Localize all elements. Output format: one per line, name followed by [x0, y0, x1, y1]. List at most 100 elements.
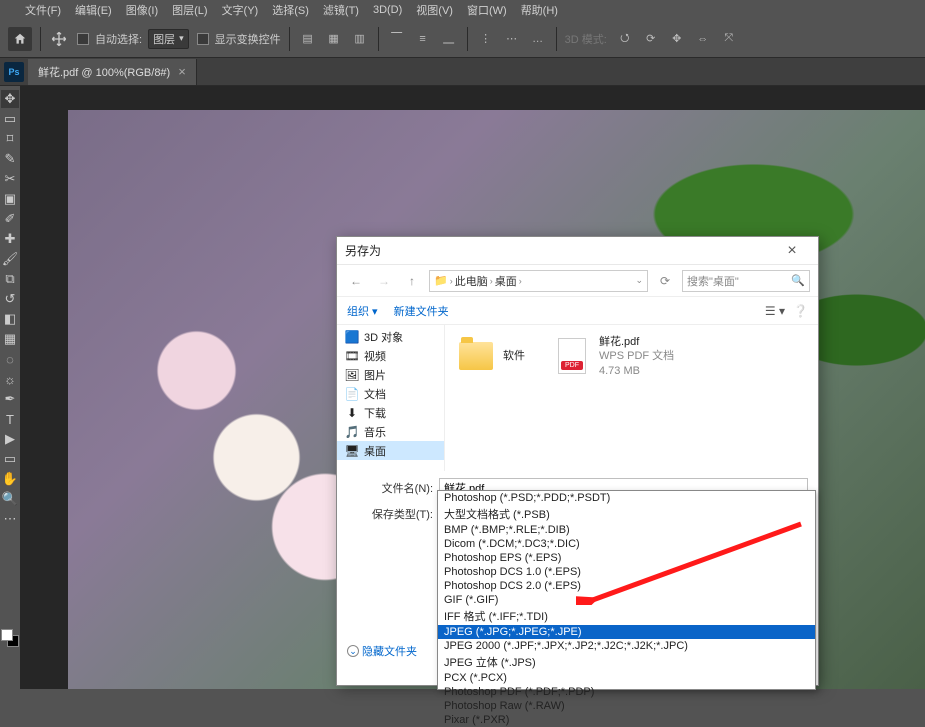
savetype-option[interactable]: Photoshop DCS 2.0 (*.EPS) [438, 579, 815, 593]
savetype-option[interactable]: Photoshop Raw (*.RAW) [438, 699, 815, 713]
divider [467, 27, 468, 51]
tree-item-documents[interactable]: 📄文档 [337, 384, 444, 403]
align-center-h-icon[interactable]: ▦ [324, 29, 344, 49]
refresh-button[interactable]: ⟳ [654, 270, 676, 292]
align-right-icon[interactable]: ▥ [350, 29, 370, 49]
tree-item-pictures[interactable]: 🖼图片 [337, 365, 444, 384]
search-input[interactable]: 搜索"桌面" 🔍 [682, 270, 810, 292]
savetype-option[interactable]: JPEG 立体 (*.JPS) [438, 653, 815, 671]
savetype-option[interactable]: Photoshop EPS (*.EPS) [438, 551, 815, 565]
foreground-color-swatch[interactable] [1, 629, 13, 641]
savetype-option[interactable]: IFF 格式 (*.IFF;*.TDI) [438, 607, 815, 625]
tree-item-desktop[interactable]: 🖥桌面 [337, 441, 444, 460]
auto-select-checkbox[interactable] [77, 33, 89, 45]
address-bar[interactable]: 📁 › 此电脑 › 桌面 › ⌄ [429, 270, 648, 292]
savetype-option[interactable]: Photoshop DCS 1.0 (*.EPS) [438, 565, 815, 579]
quick-select-tool[interactable]: ✎ [1, 150, 19, 168]
new-folder-button[interactable]: 新建文件夹 [394, 303, 449, 319]
dialog-nav: ← → ↑ 📁 › 此电脑 › 桌面 › ⌄ ⟳ 搜索"桌面" 🔍 [337, 265, 818, 297]
orbit3d-icon: ⭯ [615, 29, 635, 49]
breadcrumb-segment[interactable]: 此电脑 [455, 273, 488, 289]
zoom-tool[interactable]: 🔍 [1, 490, 19, 508]
tree-item-downloads[interactable]: ⬇下载 [337, 403, 444, 422]
align-left-icon[interactable]: ▤ [298, 29, 318, 49]
menu-image[interactable]: 图像(I) [119, 2, 165, 18]
align-top-icon[interactable]: ⎺ [387, 29, 407, 49]
menu-view[interactable]: 视图(V) [409, 2, 460, 18]
menu-filter[interactable]: 滤镜(T) [316, 2, 366, 18]
savetype-options-list[interactable]: Photoshop (*.PSD;*.PDD;*.PSDT)大型文档格式 (*.… [437, 490, 816, 690]
dialog-close-button[interactable]: × [774, 240, 810, 262]
frame-tool[interactable]: ▣ [1, 190, 19, 208]
eyedropper-tool[interactable]: ✐ [1, 210, 19, 228]
menu-window[interactable]: 窗口(W) [460, 2, 514, 18]
hide-folders-toggle[interactable]: ⌄ 隐藏文件夹 [347, 643, 417, 659]
savetype-option[interactable]: Photoshop PDF (*.PDF;*.PDP) [438, 685, 815, 699]
edit-toolbar[interactable]: ⋯ [1, 510, 19, 528]
show-transform-label: 显示变换控件 [215, 31, 281, 47]
menu-3d[interactable]: 3D(D) [366, 4, 409, 16]
view-options-button[interactable]: ☰ ▾ [765, 304, 785, 318]
hand-tool[interactable]: ✋ [1, 470, 19, 488]
align-bottom-icon[interactable]: ⎽ [439, 29, 459, 49]
help-button[interactable]: ❔ [793, 304, 808, 318]
lasso-tool[interactable]: ⌑ [1, 130, 19, 148]
menu-help[interactable]: 帮助(H) [514, 2, 565, 18]
gradient-tool[interactable]: ▦ [1, 330, 19, 348]
savetype-option[interactable]: BMP (*.BMP;*.RLE;*.DIB) [438, 523, 815, 537]
auto-select-target-dropdown[interactable]: 图层 ▾ [148, 29, 189, 49]
savetype-option[interactable]: JPEG 2000 (*.JPF;*.JPX;*.JP2;*.J2C;*.J2K… [438, 639, 815, 653]
savetype-option[interactable]: Pixar (*.PXR) [438, 713, 815, 727]
nav-up-button[interactable]: ↑ [401, 270, 423, 292]
breadcrumb-segment[interactable]: 桌面 [495, 273, 517, 289]
mode3d-label: 3D 模式: [565, 31, 607, 47]
chevron-down-icon[interactable]: ⌄ [635, 275, 643, 286]
savetype-option[interactable]: JPEG (*.JPG;*.JPEG;*.JPE) [438, 625, 815, 639]
tree-item-music[interactable]: 🎵音乐 [337, 422, 444, 441]
savetype-option[interactable]: Dicom (*.DCM;*.DC3;*.DIC) [438, 537, 815, 551]
menu-layer[interactable]: 图层(L) [165, 2, 214, 18]
color-swatches[interactable] [0, 629, 20, 647]
savetype-option[interactable]: 大型文档格式 (*.PSB) [438, 505, 815, 523]
dodge-tool[interactable]: ☼ [1, 370, 19, 388]
chevron-down-icon: ⌄ [347, 645, 359, 657]
tree-label: 文档 [364, 386, 386, 402]
nav-forward-button[interactable]: → [373, 270, 395, 292]
history-brush-tool[interactable]: ↺ [1, 290, 19, 308]
savetype-option[interactable]: PCX (*.PCX) [438, 671, 815, 685]
healing-tool[interactable]: ✚ [1, 230, 19, 248]
file-item-folder[interactable]: 软件 [459, 335, 525, 377]
type-tool[interactable]: T [1, 410, 19, 428]
savetype-option[interactable]: GIF (*.GIF) [438, 593, 815, 607]
savetype-option[interactable]: Photoshop (*.PSD;*.PDD;*.PSDT) [438, 491, 815, 505]
show-transform-checkbox[interactable] [197, 33, 209, 45]
menu-type[interactable]: 文字(Y) [215, 2, 266, 18]
brush-tool[interactable]: 🖌 [1, 250, 19, 268]
menu-edit[interactable]: 编辑(E) [68, 2, 119, 18]
align-middle-v-icon[interactable]: ≡ [413, 29, 433, 49]
eraser-tool[interactable]: ◧ [1, 310, 19, 328]
crop-tool[interactable]: ✂ [1, 170, 19, 188]
organize-menu[interactable]: 组织 ▾ [347, 303, 378, 319]
marquee-tool[interactable]: ▭ [1, 110, 19, 128]
home-button[interactable] [8, 27, 32, 51]
file-list[interactable]: 软件 鲜花.pdf WPS PDF 文档 4.73 MB [445, 325, 818, 471]
folder-icon: 📁 [434, 274, 448, 287]
document-tab[interactable]: 鲜花.pdf @ 100%(RGB/8#) × [28, 59, 197, 85]
distribute-v-icon[interactable]: ⋯ [502, 29, 522, 49]
shape-tool[interactable]: ▭ [1, 450, 19, 468]
menu-file[interactable]: 文件(F) [18, 2, 68, 18]
pen-tool[interactable]: ✒ [1, 390, 19, 408]
move-tool[interactable]: ✥ [1, 90, 19, 108]
more-align-icon[interactable]: … [528, 29, 548, 49]
tree-item-videos[interactable]: 🎞视频 [337, 346, 444, 365]
close-tab-icon[interactable]: × [178, 64, 186, 79]
file-item-pdf[interactable]: 鲜花.pdf WPS PDF 文档 4.73 MB [555, 335, 674, 378]
tree-item-3d-objects[interactable]: 🟦3D 对象 [337, 327, 444, 346]
stamp-tool[interactable]: ⧉ [1, 270, 19, 288]
blur-tool[interactable]: ◌ [1, 350, 19, 368]
menu-select[interactable]: 选择(S) [265, 2, 316, 18]
path-select-tool[interactable]: ▶ [1, 430, 19, 448]
distribute-h-icon[interactable]: ⋮ [476, 29, 496, 49]
nav-back-button[interactable]: ← [345, 270, 367, 292]
